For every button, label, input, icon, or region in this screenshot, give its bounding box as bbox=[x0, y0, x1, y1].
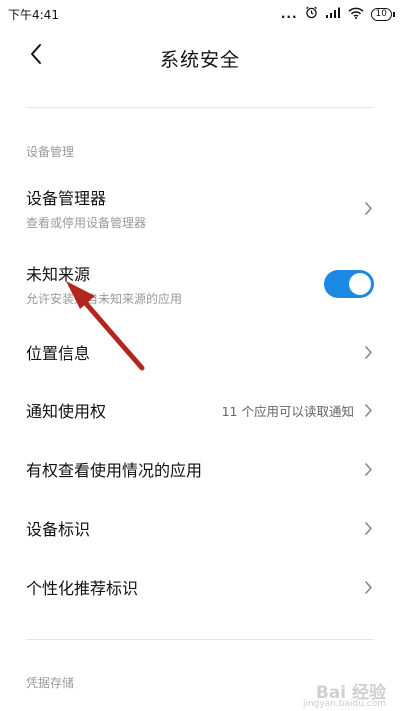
unknown-sources-toggle[interactable] bbox=[324, 270, 374, 298]
row-title: 位置信息 bbox=[26, 344, 91, 363]
row-unknown-sources-text: 未知来源 允许安装来自未知来源的应用 bbox=[26, 261, 182, 307]
row-title: 未知来源 bbox=[26, 265, 91, 284]
watermark-logo: Bai 经验 jingyan.baidu.com bbox=[303, 678, 386, 709]
status-time: 下午4:41 bbox=[8, 7, 59, 22]
row-title: 个性化推荐标识 bbox=[26, 579, 139, 598]
row-title: 有权查看使用情况的应用 bbox=[26, 461, 203, 480]
row-value: 11 个应用可以读取通知 bbox=[221, 403, 354, 419]
row-device-id[interactable]: 设备标识 bbox=[0, 508, 400, 548]
chevron-right-icon bbox=[364, 520, 374, 536]
chevron-right-icon bbox=[364, 402, 374, 418]
row-personalized-ad-id[interactable]: 个性化推荐标识 bbox=[0, 567, 400, 607]
page-title: 系统安全 bbox=[159, 48, 240, 71]
row-right: 11 个应用可以读取通知 bbox=[222, 401, 374, 420]
row-unknown-sources[interactable]: 未知来源 允许安装来自未知来源的应用 bbox=[0, 258, 400, 310]
row-subtitle: 允许安装来自未知来源的应用 bbox=[26, 292, 183, 306]
chevron-right-icon bbox=[364, 461, 374, 477]
back-button[interactable] bbox=[22, 42, 50, 70]
status-icons: ... 10 bbox=[280, 6, 396, 22]
header: 系统安全 bbox=[0, 30, 400, 86]
row-device-admin[interactable]: 设备管理器 查看或停用设备管理器 bbox=[0, 182, 400, 234]
chevron-right-icon bbox=[364, 344, 374, 360]
watermark-url: jingyan.baidu.com bbox=[302, 699, 386, 709]
more-dots: ... bbox=[280, 7, 298, 21]
row-notification-access[interactable]: 通知使用权 11 个应用可以读取通知 bbox=[0, 390, 400, 430]
chevron-right-icon bbox=[364, 579, 374, 595]
signal-icon bbox=[325, 7, 341, 22]
chevron-left-icon bbox=[29, 43, 43, 69]
divider bbox=[26, 107, 374, 108]
toggle-knob bbox=[349, 273, 371, 295]
section-label-device-management: 设备管理 bbox=[26, 145, 75, 159]
row-subtitle: 查看或停用设备管理器 bbox=[26, 216, 147, 230]
chevron-right-icon bbox=[364, 200, 374, 216]
row-location[interactable]: 位置信息 bbox=[0, 332, 400, 372]
divider bbox=[26, 639, 374, 640]
row-device-admin-text: 设备管理器 查看或停用设备管理器 bbox=[26, 185, 146, 231]
section-label-credential-storage: 凭据存储 bbox=[26, 676, 75, 690]
battery-icon: 10 bbox=[370, 7, 396, 21]
row-title: 设备管理器 bbox=[26, 189, 107, 208]
status-bar: 下午4:41 ... 10 bbox=[0, 0, 400, 28]
row-title: 设备标识 bbox=[26, 520, 91, 539]
wifi-icon bbox=[348, 7, 364, 22]
alarm-icon bbox=[305, 6, 318, 22]
row-usage-access[interactable]: 有权查看使用情况的应用 bbox=[0, 449, 400, 489]
row-title: 通知使用权 bbox=[26, 402, 107, 421]
